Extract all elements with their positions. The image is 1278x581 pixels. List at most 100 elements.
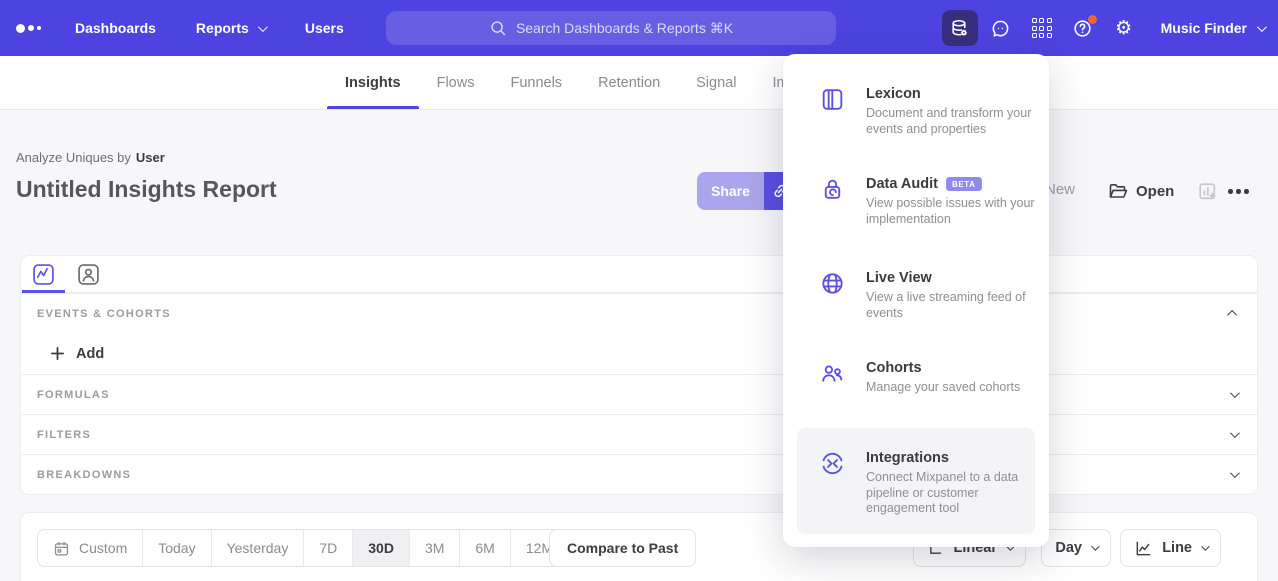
range-label: Today	[158, 540, 195, 556]
menu-item-cohorts[interactable]: Cohorts Manage your saved cohorts	[819, 360, 1044, 396]
menu-item-live-view[interactable]: Live View View a live streaming feed of …	[819, 270, 1044, 321]
search-input[interactable]: Search Dashboards & Reports ⌘K	[386, 11, 836, 45]
mixpanel-logo-icon[interactable]	[16, 24, 41, 33]
breadcrumb-entity[interactable]: User	[136, 150, 165, 165]
tab-insights[interactable]: Insights	[327, 56, 419, 109]
menu-item-data-audit[interactable]: Data Audit BETA View possible issues wit…	[819, 176, 1044, 227]
menu-item-text: Integrations Connect Mixpanel to a data …	[866, 450, 1044, 517]
compare-to-past-button[interactable]: Compare to Past	[549, 529, 696, 567]
menu-item-integrations[interactable]: Integrations Connect Mixpanel to a data …	[797, 428, 1035, 534]
page-title[interactable]: Untitled Insights Report	[16, 176, 277, 203]
section-label: BREAKDOWNS	[37, 469, 131, 481]
data-management-popup: Lexicon Document and transform your even…	[783, 54, 1049, 547]
menu-item-title: Data Audit	[866, 176, 938, 192]
menu-item-description: View a live streaming feed of events	[866, 290, 1044, 321]
menu-item-lexicon[interactable]: Lexicon Document and transform your even…	[819, 86, 1044, 137]
help-button[interactable]	[1065, 10, 1101, 46]
builder-icon-tabs	[21, 256, 1257, 293]
section-breakdowns[interactable]: BREAKDOWNS	[21, 454, 1257, 494]
lexicon-icon	[819, 86, 846, 113]
nav-item-users[interactable]: Users	[305, 20, 344, 36]
range-30d[interactable]: 30D	[353, 530, 410, 566]
nav-label: Users	[305, 20, 344, 36]
menu-item-content: Integrations Connect Mixpanel to a data …	[819, 450, 1044, 517]
tab-label: Flows	[437, 75, 475, 91]
cohorts-icon	[819, 360, 846, 387]
chart-toolbar-panel: Custom Today Yesterday 7D 30D 3M 6M 12M …	[20, 512, 1258, 581]
chart-type-label: Line	[1162, 540, 1192, 556]
settings-button[interactable]: ⚙	[1106, 10, 1142, 46]
share-button[interactable]: Share	[697, 172, 764, 210]
range-label: 3M	[425, 540, 444, 556]
project-name: Music Finder	[1161, 20, 1247, 36]
range-label: Custom	[79, 540, 127, 556]
chevron-down-icon	[1257, 22, 1267, 32]
section-events-cohorts[interactable]: EVENTS & COHORTS	[21, 293, 1257, 333]
menu-item-description: View possible issues with your implement…	[866, 196, 1044, 227]
range-custom[interactable]: Custom	[38, 530, 143, 566]
add-to-dashboard-icon	[1197, 181, 1218, 202]
section-label: FORMULAS	[37, 389, 110, 401]
new-label: New	[1045, 181, 1075, 198]
range-label: 7D	[319, 540, 337, 556]
profiles-tab-icon	[77, 263, 100, 286]
data-audit-icon	[819, 176, 846, 203]
chart-type-dropdown[interactable]: Line	[1120, 529, 1221, 567]
more-options-button[interactable]	[1228, 189, 1249, 194]
folder-open-icon	[1108, 181, 1128, 201]
add-to-dashboard-button[interactable]	[1197, 181, 1218, 202]
line-chart-icon	[1134, 539, 1153, 558]
report-tabbar: Insights Flows Funnels Retention Signal …	[0, 56, 1278, 110]
top-nav: Dashboards Reports Users Search Dashboar…	[0, 0, 1278, 56]
calendar-icon	[53, 540, 70, 557]
menu-item-description: Document and transform your events and p…	[866, 106, 1044, 137]
feedback-icon	[990, 18, 1011, 39]
range-7d[interactable]: 7D	[304, 530, 353, 566]
tab-funnels[interactable]: Funnels	[492, 56, 580, 109]
add-event-button[interactable]: Add	[21, 333, 1257, 374]
data-management-icon	[949, 18, 970, 39]
menu-item-title: Live View	[866, 270, 932, 286]
section-formulas[interactable]: FORMULAS	[21, 374, 1257, 414]
tab-signal[interactable]: Signal	[678, 56, 754, 109]
open-report-button[interactable]: Open	[1108, 181, 1174, 201]
plus-icon	[50, 346, 65, 361]
search-placeholder: Search Dashboards & Reports ⌘K	[516, 20, 733, 37]
range-6m[interactable]: 6M	[460, 530, 510, 566]
feedback-button[interactable]	[983, 10, 1019, 46]
tab-label: Signal	[696, 75, 736, 91]
range-label: 30D	[368, 540, 394, 556]
range-label: 6M	[475, 540, 494, 556]
menu-item-text: Cohorts Manage your saved cohorts	[866, 360, 1044, 396]
beta-badge: BETA	[946, 177, 982, 191]
menu-item-description: Connect Mixpanel to a data pipeline or c…	[866, 470, 1044, 517]
chevron-down-icon	[1201, 542, 1209, 550]
menu-item-text: Data Audit BETA View possible issues wit…	[866, 176, 1044, 227]
tab-label: Insights	[345, 75, 401, 91]
tab-retention[interactable]: Retention	[580, 56, 678, 109]
apps-menu-button[interactable]	[1024, 10, 1060, 46]
section-filters[interactable]: FILTERS	[21, 414, 1257, 454]
nav-item-dashboards[interactable]: Dashboards	[75, 20, 156, 36]
menu-item-text: Lexicon Document and transform your even…	[866, 86, 1044, 137]
gear-icon: ⚙	[1115, 19, 1132, 38]
data-management-button[interactable]	[942, 10, 978, 46]
range-label: Yesterday	[227, 540, 289, 556]
tab-flows[interactable]: Flows	[419, 56, 493, 109]
menu-item-text: Live View View a live streaming feed of …	[866, 270, 1044, 321]
breadcrumb: Analyze Uniques byUser	[16, 150, 165, 165]
interval-dropdown[interactable]: Day	[1041, 529, 1111, 567]
live-view-icon	[819, 270, 846, 297]
project-switcher[interactable]: Music Finder	[1161, 20, 1264, 36]
range-3m[interactable]: 3M	[410, 530, 460, 566]
range-today[interactable]: Today	[143, 530, 211, 566]
range-yesterday[interactable]: Yesterday	[212, 530, 305, 566]
tab-label: Funnels	[510, 75, 562, 91]
nav-item-reports[interactable]: Reports	[196, 20, 265, 36]
nav-label: Dashboards	[75, 20, 156, 36]
chevron-down-icon	[1230, 468, 1240, 478]
tab-profiles[interactable]	[66, 256, 111, 292]
tab-metrics[interactable]	[21, 256, 66, 292]
share-split-button: Share	[697, 172, 797, 210]
chevron-down-icon	[1230, 428, 1240, 438]
